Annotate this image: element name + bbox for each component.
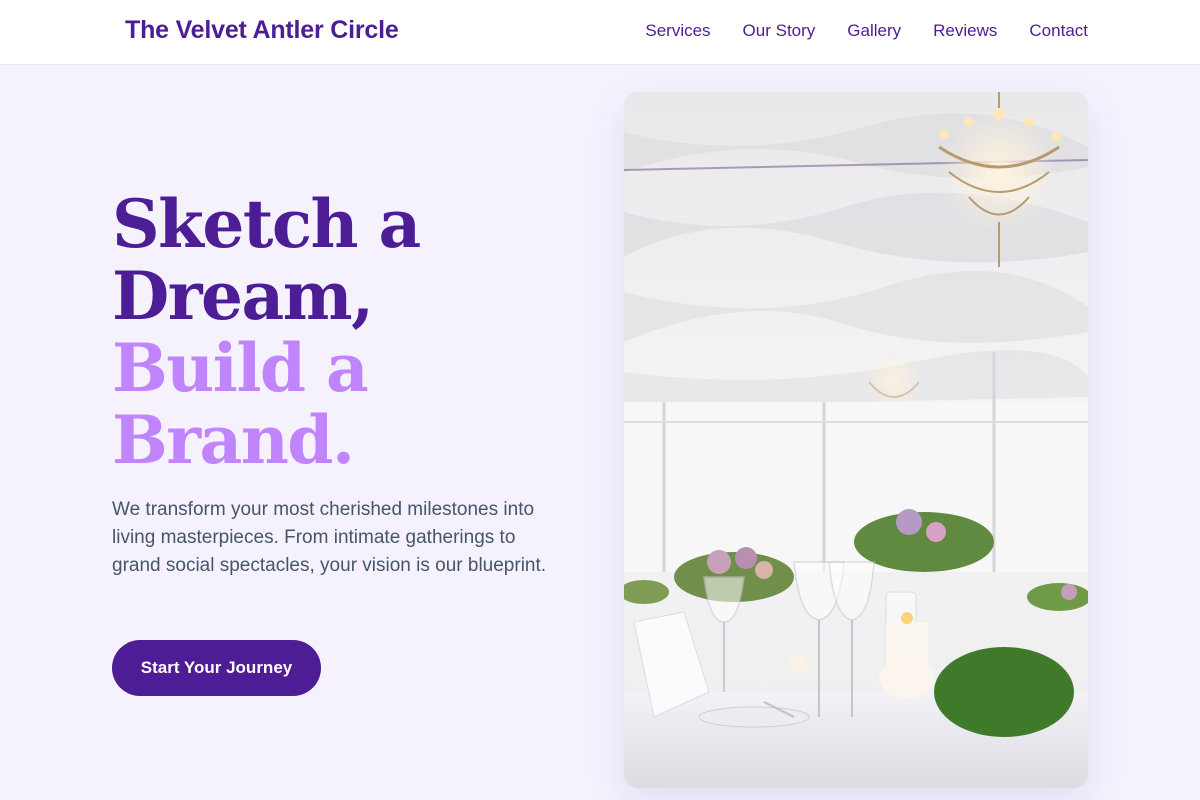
hero-photo-wedding-table (624, 92, 1088, 788)
nav-link-reviews[interactable]: Reviews (933, 21, 997, 41)
nav-link-gallery[interactable]: Gallery (847, 21, 901, 41)
start-journey-button[interactable]: Start Your Journey (112, 640, 321, 696)
nav-link-contact[interactable]: Contact (1029, 21, 1088, 41)
wedding-table-illustration (624, 92, 1088, 788)
main-nav: Services Our Story Gallery Reviews Conta… (645, 21, 1088, 41)
nav-link-our-story[interactable]: Our Story (743, 21, 816, 41)
hero-title: Sketch a Dream, Build a Brand. (112, 188, 572, 476)
hero-title-line: Dream, (112, 257, 374, 335)
hero-title-accent-line: Brand. (112, 401, 355, 479)
brand-logo-text[interactable]: The Velvet Antler Circle (125, 16, 399, 45)
hero-subtitle: We transform your most cherished milesto… (112, 499, 547, 576)
nav-link-services[interactable]: Services (645, 21, 710, 41)
hero-title-line: Sketch a (112, 185, 421, 263)
hero-title-accent-line: Build a (112, 329, 369, 407)
site-header: The Velvet Antler Circle Services Our St… (0, 0, 1200, 65)
